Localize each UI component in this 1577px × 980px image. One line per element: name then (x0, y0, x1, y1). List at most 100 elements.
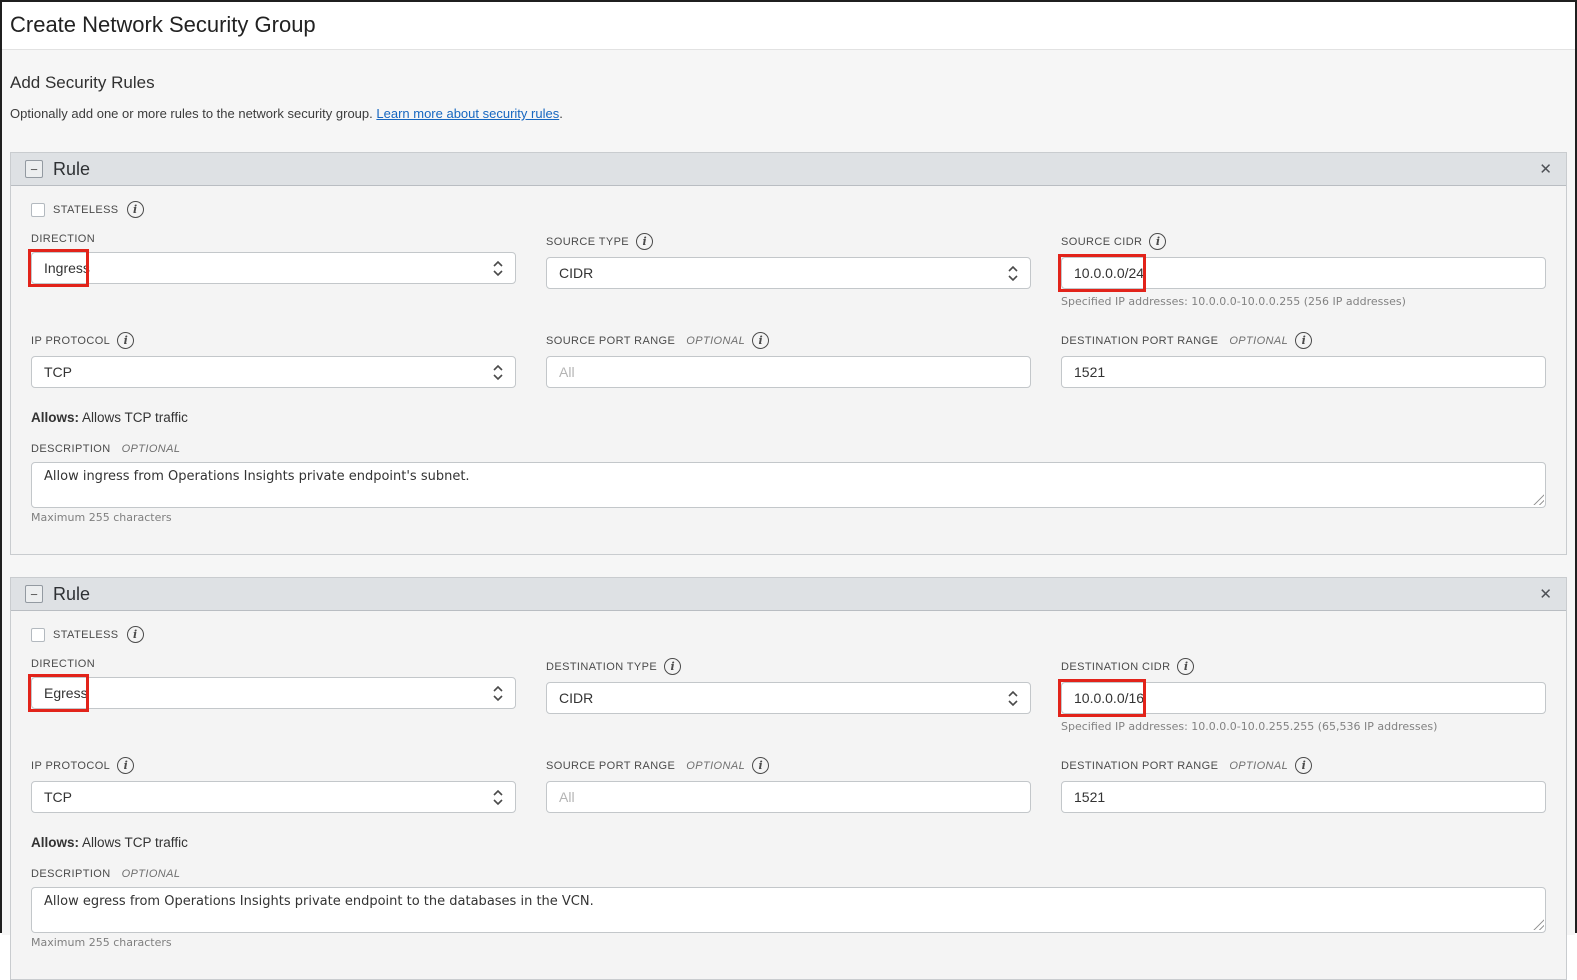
direction-select[interactable]: Ingress (31, 252, 516, 284)
stateless-checkbox[interactable] (31, 203, 45, 217)
select-chevrons-icon (493, 685, 503, 702)
info-icon[interactable]: i (117, 757, 134, 774)
direction-select[interactable]: Egress (31, 677, 516, 709)
learn-more-link[interactable]: Learn more about security rules (376, 106, 559, 121)
optional-tag: OPTIONAL (686, 760, 745, 772)
info-icon[interactable]: i (127, 626, 144, 643)
info-icon[interactable]: i (636, 233, 653, 250)
info-icon[interactable]: i (752, 757, 769, 774)
info-icon[interactable]: i (127, 201, 144, 218)
stateless-label: STATELESS (53, 204, 119, 216)
description-textarea[interactable]: Allow egress from Operations Insights pr… (31, 887, 1546, 933)
direction-field: DIRECTION Ingress (31, 233, 516, 284)
info-icon[interactable]: i (1177, 658, 1194, 675)
optional-tag: OPTIONAL (122, 443, 181, 455)
rule-fields-row1: DIRECTION Ingress SOURCE T (31, 233, 1546, 308)
optional-tag: OPTIONAL (1229, 335, 1288, 347)
destination-type-label: DESTINATION TYPE (546, 661, 657, 673)
destination-port-input[interactable] (1061, 356, 1546, 388)
direction-label: DIRECTION (31, 658, 95, 670)
allows-label: Allows: (31, 410, 79, 425)
close-rule-icon[interactable]: ✕ (1539, 160, 1552, 178)
info-icon[interactable]: i (117, 332, 134, 349)
optional-tag: OPTIONAL (122, 868, 181, 880)
ip-protocol-label: IP PROTOCOL (31, 335, 110, 347)
destination-port-field: DESTINATION PORT RANGE OPTIONAL i (1061, 757, 1546, 813)
minus-icon: − (30, 163, 38, 176)
source-type-select[interactable]: CIDR (546, 257, 1031, 289)
allows-label: Allows: (31, 835, 79, 850)
destination-type-value: CIDR (559, 690, 593, 706)
info-icon[interactable]: i (1149, 233, 1166, 250)
destination-type-select[interactable]: CIDR (546, 682, 1031, 714)
allows-summary: Allows: Allows TCP traffic (31, 410, 1546, 425)
ip-protocol-field: IP PROTOCOL i TCP (31, 332, 516, 388)
source-port-field: SOURCE PORT RANGE OPTIONAL i (546, 757, 1031, 813)
max-chars-note: Maximum 255 characters (31, 936, 1546, 949)
close-rule-icon[interactable]: ✕ (1539, 585, 1552, 603)
source-cidr-field: SOURCE CIDR i Specified IP addresses: 10… (1061, 233, 1546, 308)
cidr-helper-text: Specified IP addresses: 10.0.0.0-10.0.0.… (1061, 295, 1546, 308)
ip-protocol-value: TCP (44, 789, 72, 805)
source-type-value: CIDR (559, 265, 593, 281)
rule-card-ingress: − Rule ✕ STATELESS i DIRECTION Ingress (10, 152, 1567, 555)
source-cidr-input[interactable] (1061, 257, 1546, 289)
destination-cidr-field: DESTINATION CIDR i Specified IP addresse… (1061, 658, 1546, 733)
info-icon[interactable]: i (1295, 332, 1312, 349)
info-icon[interactable]: i (752, 332, 769, 349)
destination-cidr-label: DESTINATION CIDR (1061, 661, 1170, 673)
rule-fields-row2: IP PROTOCOL i TCP SOURCE PO (31, 757, 1546, 813)
info-icon[interactable]: i (1295, 757, 1312, 774)
intro-text-main: Optionally add one or more rules to the … (10, 106, 373, 121)
collapse-rule-button[interactable]: − (25, 160, 43, 178)
source-port-label: SOURCE PORT RANGE (546, 335, 675, 347)
destination-port-label: DESTINATION PORT RANGE (1061, 760, 1218, 772)
optional-tag: OPTIONAL (1229, 760, 1288, 772)
destination-port-field: DESTINATION PORT RANGE OPTIONAL i (1061, 332, 1546, 388)
intro-text: Optionally add one or more rules to the … (10, 106, 1567, 121)
rule-header: − Rule ✕ (11, 578, 1566, 611)
source-type-field: SOURCE TYPE i CIDR (546, 233, 1031, 289)
source-port-input[interactable] (546, 356, 1031, 388)
rule-body: STATELESS i DIRECTION Egress (11, 611, 1566, 979)
allows-summary: Allows: Allows TCP traffic (31, 835, 1546, 850)
select-chevrons-icon (493, 364, 503, 381)
source-port-label: SOURCE PORT RANGE (546, 760, 675, 772)
section-heading: Add Security Rules (10, 50, 1567, 93)
stateless-label: STATELESS (53, 629, 119, 641)
collapse-rule-button[interactable]: − (25, 585, 43, 603)
rule-fields-row1: DIRECTION Egress DESTINATI (31, 658, 1546, 733)
select-chevrons-icon (1008, 265, 1018, 282)
stateless-checkbox[interactable] (31, 628, 45, 642)
rule-title: Rule (53, 584, 90, 605)
source-cidr-label: SOURCE CIDR (1061, 236, 1142, 248)
title-bar: Create Network Security Group (2, 2, 1575, 50)
max-chars-note: Maximum 255 characters (31, 511, 1546, 524)
ip-protocol-field: IP PROTOCOL i TCP (31, 757, 516, 813)
stateless-row: STATELESS i (31, 201, 1546, 218)
select-chevrons-icon (493, 789, 503, 806)
rule-fields-row2: IP PROTOCOL i TCP SOURCE PO (31, 332, 1546, 388)
direction-field: DIRECTION Egress (31, 658, 516, 709)
minus-icon: − (30, 588, 38, 601)
source-port-field: SOURCE PORT RANGE OPTIONAL i (546, 332, 1031, 388)
destination-port-label: DESTINATION PORT RANGE (1061, 335, 1218, 347)
destination-cidr-input[interactable] (1061, 682, 1546, 714)
select-chevrons-icon (493, 260, 503, 277)
rule-card-egress: − Rule ✕ STATELESS i DIRECTION Egress (10, 577, 1567, 980)
ip-protocol-select[interactable]: TCP (31, 781, 516, 813)
rule-body: STATELESS i DIRECTION Ingress (11, 186, 1566, 554)
allows-text: Allows TCP traffic (82, 835, 188, 850)
ip-protocol-select[interactable]: TCP (31, 356, 516, 388)
destination-port-input[interactable] (1061, 781, 1546, 813)
intro-period: . (559, 106, 563, 121)
source-port-input[interactable] (546, 781, 1031, 813)
page-title: Create Network Security Group (10, 12, 1567, 38)
dialog-body: Add Security Rules Optionally add one or… (2, 50, 1575, 935)
destination-type-field: DESTINATION TYPE i CIDR (546, 658, 1031, 714)
source-type-label: SOURCE TYPE (546, 236, 629, 248)
rule-title: Rule (53, 159, 90, 180)
description-textarea[interactable]: Allow ingress from Operations Insights p… (31, 462, 1546, 508)
info-icon[interactable]: i (664, 658, 681, 675)
cidr-helper-text: Specified IP addresses: 10.0.0.0-10.0.25… (1061, 720, 1546, 733)
